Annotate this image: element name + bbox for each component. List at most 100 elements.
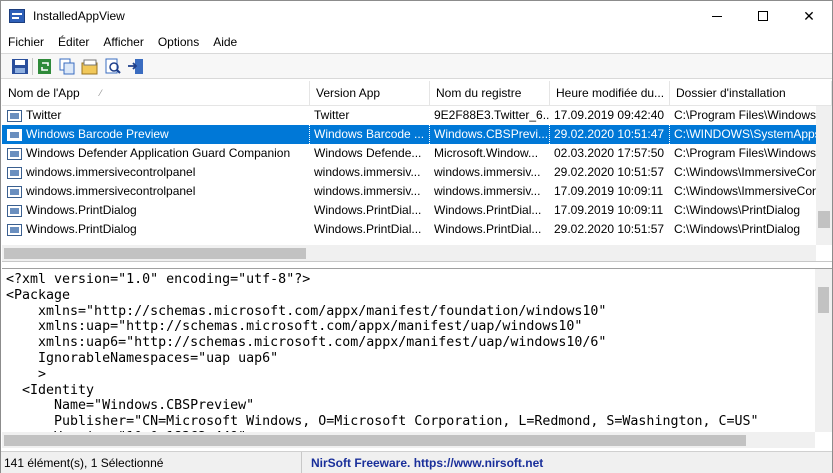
- xml-line: >: [6, 366, 47, 382]
- column-header-version[interactable]: Version App: [310, 81, 430, 106]
- table-cell-modified: 29.02.2020 10:51:47: [550, 125, 670, 144]
- toolbar: [1, 53, 832, 79]
- table-cell-registry: Windows.CBSPrevi...: [430, 125, 550, 144]
- table-cell-name: Windows.PrintDialog: [26, 222, 137, 236]
- properties-icon[interactable]: [81, 58, 99, 75]
- column-header-modified[interactable]: Heure modifiée du...: [550, 81, 670, 106]
- table-row[interactable]: Windows Defender Application Guard Compa…: [2, 144, 832, 163]
- menu-bar: Fichier Éditer Afficher Options Aide: [1, 32, 832, 52]
- xml-vertical-scrollbar[interactable]: [815, 269, 832, 432]
- column-header-app-name[interactable]: Nom de l'App ⁄: [2, 81, 310, 106]
- table-cell-version: Windows Defende...: [314, 146, 422, 160]
- menu-file[interactable]: Fichier: [1, 32, 51, 52]
- column-header-install-folder[interactable]: Dossier d'installation: [670, 81, 832, 106]
- table-cell-registry: Windows.PrintDial...: [434, 222, 542, 236]
- menu-edit[interactable]: Éditer: [51, 32, 96, 52]
- window-title: InstalledAppView: [33, 9, 125, 23]
- column-header-label: Nom de l'App: [8, 86, 80, 100]
- table-cell-folder: C:\Program Files\WindowsApps: [674, 108, 832, 122]
- list-rows: Twitter Twitter 9E2F88E3.Twitter_6... 17.09…: [2, 106, 832, 239]
- table-cell-version: Twitter: [314, 108, 350, 122]
- table-cell-folder: C:\Windows\PrintDialog: [674, 203, 801, 217]
- status-item-count: 141 élément(s), 1 Sélectionné: [4, 452, 302, 473]
- xml-line: Name="Windows.CBSPreview": [6, 398, 255, 414]
- table-cell-name: windows.immersivecontrolpanel: [26, 184, 196, 198]
- column-header-registry[interactable]: Nom du registre: [430, 81, 550, 106]
- app-row-icon: [7, 110, 22, 122]
- table-cell-modified: 29.02.2020 10:51:57: [554, 165, 665, 179]
- app-row-icon: [7, 205, 22, 217]
- table-cell-modified: 17.09.2019 10:09:11: [554, 203, 664, 217]
- table-cell-registry: Microsoft.Window...: [434, 146, 539, 160]
- xml-horizontal-scrollbar[interactable]: [2, 432, 815, 448]
- minimize-icon: [712, 15, 722, 17]
- list-vertical-scrollbar[interactable]: [816, 106, 832, 245]
- sort-ascending-icon: ⁄: [100, 88, 102, 98]
- table-cell-modified: 17.09.2019 10:09:11: [554, 184, 664, 198]
- xml-line: xmlns:uap6="http://schemas.microsoft.com…: [6, 335, 607, 351]
- table-cell-modified: 02.03.2020 17:57:50: [554, 146, 665, 160]
- xml-content[interactable]: <?xml version="1.0" encoding="utf-8"?> <P…: [6, 272, 759, 448]
- maximize-button[interactable]: [740, 1, 786, 31]
- maximize-icon: [758, 11, 768, 21]
- xml-line: Publisher="CN=Microsoft Windows, O=Micro…: [6, 414, 759, 430]
- table-cell-folder: C:\Windows\PrintDialog: [674, 222, 801, 236]
- menu-options[interactable]: Options: [151, 32, 206, 52]
- xml-line: <Package: [6, 287, 71, 303]
- app-row-icon: [7, 186, 22, 198]
- table-row[interactable]: Windows Barcode Preview Windows Barcode .…: [2, 125, 832, 144]
- table-cell-version: Windows.PrintDial...: [314, 203, 422, 217]
- save-icon[interactable]: [11, 58, 29, 75]
- xml-line: <?xml version="1.0" encoding="utf-8"?>: [6, 272, 311, 287]
- xml-line: xmlns:uap="http://schemas.microsoft.com/…: [6, 319, 583, 335]
- table-row[interactable]: Twitter Twitter 9E2F88E3.Twitter_6... 17.09…: [2, 106, 832, 125]
- table-cell-version: Windows.PrintDial...: [314, 222, 422, 236]
- table-cell-name: windows.immersivecontrolpanel: [26, 165, 196, 179]
- table-cell-registry: windows.immersiv...: [434, 184, 541, 198]
- xml-horizontal-scroll-thumb[interactable]: [4, 435, 746, 446]
- table-cell-registry: Windows.PrintDial...: [434, 203, 542, 217]
- menu-help[interactable]: Aide: [206, 32, 244, 52]
- app-row-icon: [7, 167, 22, 179]
- table-row[interactable]: Windows.PrintDialog Windows.PrintDial... W…: [2, 201, 832, 220]
- close-icon: ✕: [803, 7, 815, 24]
- copy-icon[interactable]: [58, 58, 76, 75]
- minimize-button[interactable]: [694, 1, 740, 31]
- find-icon[interactable]: [104, 58, 122, 75]
- app-window: InstalledAppView ✕ Fichier Éditer Affich…: [0, 0, 833, 473]
- app-list-view[interactable]: Nom de l'App ⁄ Version App Nom du regist…: [2, 81, 832, 262]
- table-cell-folder: C:\Windows\ImmersiveControlPanel: [674, 184, 832, 198]
- close-button[interactable]: ✕: [786, 1, 832, 31]
- table-cell-folder: C:\Program Files\WindowsApps: [674, 146, 832, 160]
- title-bar[interactable]: InstalledAppView ✕: [1, 1, 832, 31]
- list-horizontal-scroll-thumb[interactable]: [4, 248, 306, 259]
- nirsoft-link[interactable]: NirSoft Freeware. https://www.nirsoft.ne…: [311, 452, 543, 473]
- xml-line: <Identity: [6, 382, 95, 398]
- xml-line: IgnorableNamespaces="uap uap6": [6, 350, 279, 366]
- xml-manifest-view[interactable]: <?xml version="1.0" encoding="utf-8"?> <P…: [2, 268, 832, 448]
- table-cell-registry: windows.immersiv...: [434, 165, 541, 179]
- table-cell-version: windows.immersiv...: [314, 165, 421, 179]
- table-row[interactable]: windows.immersivecontrolpanel windows.imm…: [2, 163, 832, 182]
- list-vertical-scroll-thumb[interactable]: [818, 211, 830, 228]
- xml-line: xmlns="http://schemas.microsoft.com/appx…: [6, 303, 607, 319]
- table-row[interactable]: Windows.PrintDialog Windows.PrintDial... W…: [2, 220, 832, 239]
- table-cell-registry: 9E2F88E3.Twitter_6...: [434, 108, 550, 122]
- table-cell-name: Twitter: [26, 108, 62, 122]
- exit-icon[interactable]: [127, 58, 145, 75]
- table-cell-folder: C:\WINDOWS\SystemApps: [670, 125, 832, 144]
- table-cell-name: Windows.PrintDialog: [26, 203, 137, 217]
- app-row-icon: [7, 224, 22, 236]
- app-icon: [9, 9, 25, 23]
- menu-view[interactable]: Afficher: [96, 32, 150, 52]
- status-bar: 141 élément(s), 1 Sélectionné NirSoft Fr…: [1, 451, 832, 473]
- xml-vertical-scroll-thumb[interactable]: [818, 287, 829, 313]
- list-horizontal-scrollbar[interactable]: [2, 245, 816, 261]
- table-cell-version: windows.immersiv...: [314, 184, 421, 198]
- table-row[interactable]: windows.immersivecontrolpanel windows.imm…: [2, 182, 832, 201]
- table-cell-name: Windows Barcode Preview: [22, 125, 310, 144]
- refresh-icon[interactable]: [36, 58, 54, 75]
- table-cell-modified: 29.02.2020 10:51:57: [554, 222, 665, 236]
- table-cell-version: Windows Barcode ...: [310, 125, 430, 144]
- table-cell-name: Windows Defender Application Guard Compa…: [26, 146, 291, 160]
